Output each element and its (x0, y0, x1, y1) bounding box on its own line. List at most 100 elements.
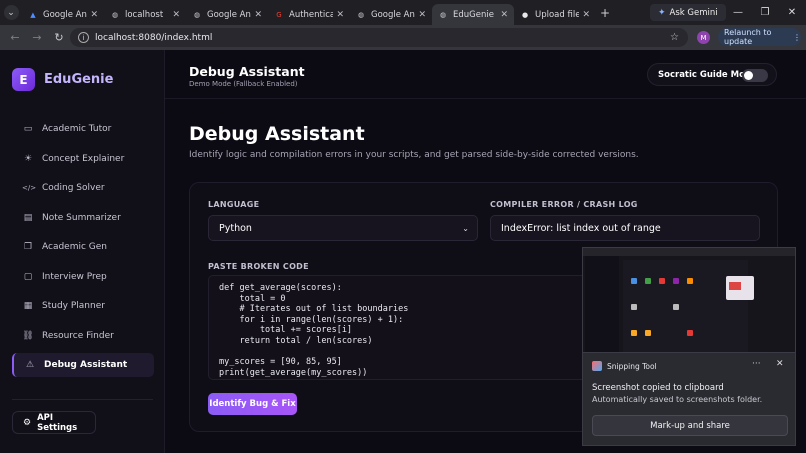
language-value: Python (219, 222, 252, 234)
identify-bug-button[interactable]: Identify Bug & Fix (208, 393, 297, 415)
thumb-icon (673, 278, 679, 284)
thumb-icon (645, 330, 651, 336)
sidebar-item-note-summarizer[interactable]: ▤ Note Summarizer (12, 206, 154, 230)
header-subtitle: Demo Mode (Fallback Enabled) (189, 80, 298, 88)
socratic-toggle[interactable] (742, 69, 768, 82)
sidebar-item-study-planner[interactable]: ▦ Study Planner (12, 294, 154, 318)
language-label: LANGUAGE (208, 200, 260, 209)
api-settings-label: API Settings (37, 412, 78, 433)
app-logo[interactable]: E EduGenie (12, 68, 113, 91)
thumb-main (623, 260, 748, 352)
screenshot-thumbnail[interactable] (582, 247, 796, 353)
tab-close-icon[interactable]: ✕ (418, 10, 426, 20)
globe-icon: ◍ (439, 10, 447, 19)
tab-close-icon[interactable]: ✕ (172, 10, 180, 20)
bookmark-star-icon[interactable]: ☆ (670, 32, 679, 43)
tab-search-button[interactable]: ⌄ (0, 0, 22, 25)
sidebar-item-coding-solver[interactable]: </> Coding Solver (12, 176, 154, 200)
site-info-icon[interactable]: i (78, 32, 89, 43)
code-icon: </> (22, 184, 37, 192)
tab-close-icon[interactable]: ✕ (582, 10, 590, 20)
back-button[interactable]: ← (4, 31, 26, 44)
tab-close-icon[interactable]: ✕ (254, 10, 262, 20)
thumb-icon (687, 330, 693, 336)
error-log-value: IndexError: list index out of range (501, 222, 661, 234)
sidebar-item-label: Debug Assistant (44, 360, 128, 370)
sidebar-item-resource-finder[interactable]: ⛓ Resource Finder (12, 324, 154, 348)
globe-icon: ◍ (193, 10, 201, 19)
sidebar-item-concept-explainer[interactable]: ☀ Concept Explainer (12, 147, 154, 171)
copy-icon: ❐ (23, 242, 33, 252)
sidebar-item-academic-tutor[interactable]: ▭ Academic Tutor (12, 117, 154, 141)
thumb-icon (673, 304, 679, 310)
more-options-icon[interactable]: ··· (752, 359, 761, 369)
tab-title: Google Anti (371, 9, 415, 20)
sidebar-divider (12, 399, 153, 400)
chevron-down-icon: ⌄ (462, 223, 469, 233)
google-icon: G (276, 10, 282, 19)
header-title: Debug Assistant (189, 64, 305, 79)
relaunch-button[interactable]: Relaunch to update ⋮ (718, 28, 801, 46)
browser-tab[interactable]: ◍ Google Anti✕ (350, 4, 432, 25)
sidebar-item-academic-gen[interactable]: ❐ Academic Gen (12, 235, 154, 259)
profile-avatar[interactable]: M (697, 31, 710, 44)
new-tab-button[interactable]: + (596, 6, 614, 20)
github-icon: ● (521, 10, 529, 19)
code-label: PASTE BROKEN CODE (208, 262, 309, 271)
sidebar-item-label: Interview Prep (42, 271, 107, 282)
tab-title: Google Anti (43, 9, 87, 20)
url-text: localhost:8080/index.html (95, 32, 213, 43)
logo-badge: E (12, 68, 35, 91)
forward-button[interactable]: → (26, 31, 48, 44)
tab-title: EduGenie - A (453, 9, 497, 20)
maximize-button[interactable]: ❐ (751, 0, 779, 25)
snipping-header: Snipping Tool (592, 361, 657, 371)
tab-title: Authenticati (289, 9, 334, 20)
tab-title: Google Anti (207, 9, 251, 20)
tab-strip: ▲Google Anti✕◍localhost✕◍Google Anti✕GAu… (22, 0, 596, 25)
calendar-icon: ▦ (23, 301, 33, 311)
sidebar-item-interview-prep[interactable]: ▢ Interview Prep (12, 265, 154, 289)
ask-gemini-button[interactable]: ✦ Ask Gemini (650, 4, 726, 21)
tab-close-icon[interactable]: ✕ (90, 10, 98, 20)
antigravity-icon: ▲ (30, 10, 36, 19)
address-bar[interactable]: i localhost:8080/index.html ☆ (70, 28, 688, 47)
minimize-button[interactable]: — (724, 0, 752, 25)
error-log-label: COMPILER ERROR / CRASH LOG (490, 200, 638, 209)
api-settings-button[interactable]: ⚙ API Settings (12, 411, 96, 434)
language-select[interactable]: Python ⌄ (208, 215, 478, 241)
sidebar-item-label: Coding Solver (42, 183, 105, 193)
thumb-icon (645, 278, 651, 284)
sidebar-item-debug-assistant[interactable]: ⚠ Debug Assistant (12, 353, 154, 377)
tab-close-icon[interactable]: ✕ (500, 10, 508, 20)
markup-share-button[interactable]: Mark-up and share (592, 415, 788, 436)
chat-icon: ▢ (23, 271, 33, 282)
error-log-input[interactable]: IndexError: list index out of range (490, 215, 760, 241)
browser-tab[interactable]: ● Upload files✕ (514, 4, 596, 25)
thumb-card-accent (729, 282, 741, 290)
browser-tab[interactable]: ◍ localhost ✕ (104, 4, 186, 25)
browser-tab[interactable]: ▲ Google Anti✕ (22, 4, 104, 25)
browser-tab[interactable]: G Authenticati✕ (268, 4, 350, 25)
gear-icon: ⚙ (23, 417, 32, 428)
more-vert-icon: ⋮ (793, 32, 801, 42)
snipping-tool-icon (592, 361, 602, 371)
book-icon: ▭ (23, 124, 33, 134)
reload-button[interactable]: ↻ (48, 31, 70, 44)
window-close-button[interactable]: ✕ (778, 0, 806, 25)
tab-close-icon[interactable]: ✕ (336, 10, 344, 20)
ask-gemini-label: Ask Gemini (669, 7, 718, 18)
browser-tab[interactable]: ◍ EduGenie - A✕ (432, 4, 514, 25)
gemini-sparkle-icon: ✦ (658, 7, 666, 18)
socratic-mode-control: Socratic Guide Mode (647, 63, 777, 86)
tab-title: localhost (125, 9, 164, 20)
page-title: Debug Assistant (189, 123, 365, 145)
browser-tab[interactable]: ◍ Google Anti✕ (186, 4, 268, 25)
snipping-app-name: Snipping Tool (607, 361, 657, 371)
chevron-down-icon: ⌄ (3, 5, 19, 20)
sidebar-nav: ▭ Academic Tutor ☀ Concept Explainer </> Codi… (12, 117, 154, 383)
brand-name: EduGenie (44, 72, 114, 87)
sidebar-item-label: Concept Explainer (42, 153, 125, 164)
close-icon[interactable]: ✕ (776, 359, 784, 369)
globe-icon: ◍ (111, 10, 119, 19)
